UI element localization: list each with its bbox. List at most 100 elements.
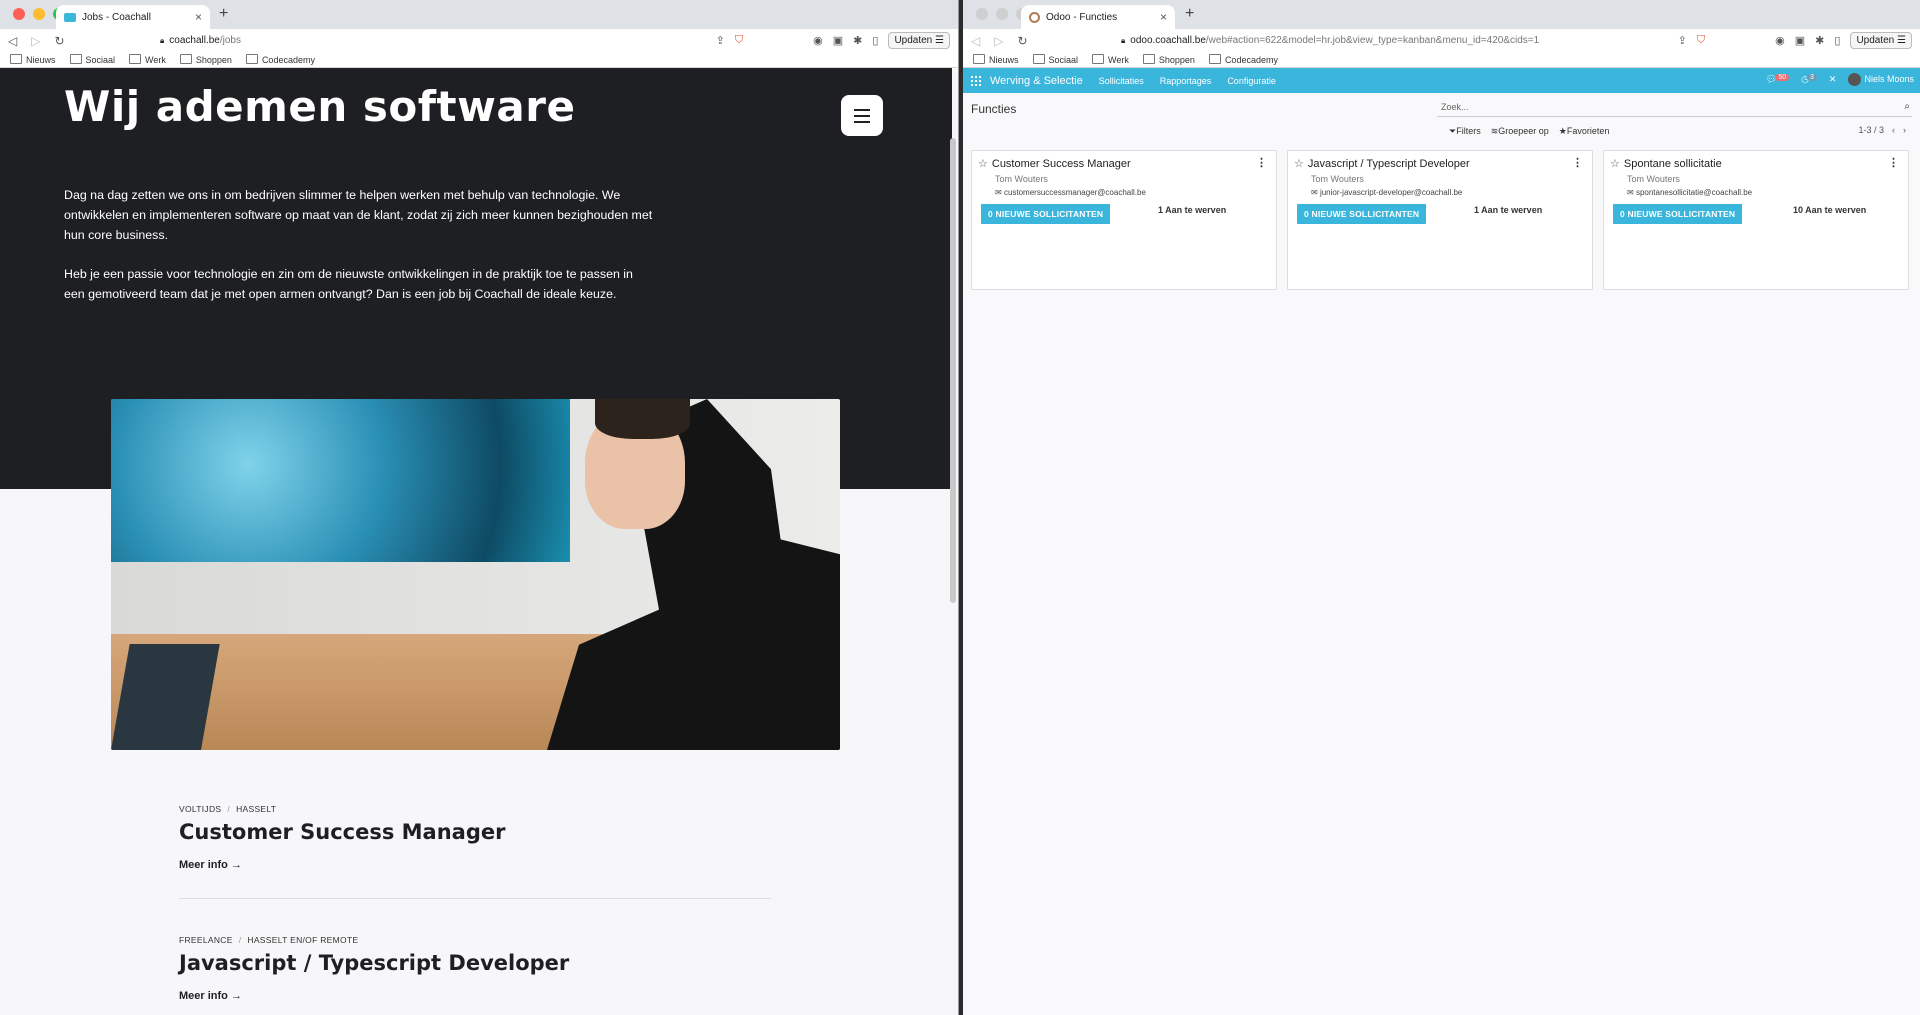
sidebar-icon[interactable]: ▯ bbox=[1834, 34, 1840, 47]
activities-button[interactable]: ◷3 bbox=[1801, 74, 1817, 85]
user-menu[interactable]: Niels Moons bbox=[1848, 73, 1914, 86]
minimize-window-button[interactable] bbox=[996, 8, 1008, 20]
forward-icon[interactable]: ▷ bbox=[31, 34, 40, 48]
breadcrumb: Functies bbox=[971, 102, 1017, 116]
card-title: Javascript / Typescript Developer bbox=[1307, 157, 1470, 170]
debug-tools-icon[interactable]: ✕ bbox=[1829, 74, 1837, 85]
close-tab-icon[interactable]: × bbox=[195, 10, 202, 24]
reload-icon[interactable]: ↻ bbox=[1017, 34, 1027, 48]
back-icon[interactable]: ◁ bbox=[971, 34, 980, 48]
coachall-jobs-page: Wij ademen software Dag na dag zetten we… bbox=[0, 68, 958, 1015]
avatar bbox=[1848, 73, 1862, 86]
puzzle-icon[interactable]: ✱ bbox=[853, 34, 862, 47]
app-name[interactable]: Werving & Selectie bbox=[990, 75, 1083, 87]
favorites-button[interactable]: ★Favorieten bbox=[1559, 126, 1610, 137]
search-input[interactable]: Zoek... ⌕ bbox=[1437, 99, 1912, 117]
bookmark-sociaal[interactable]: Sociaal bbox=[1033, 54, 1079, 65]
brave-shield-icon[interactable]: ⛉ bbox=[735, 34, 743, 47]
hero-intro: Dag na dag zetten we ons in om bedrijven… bbox=[64, 185, 654, 304]
extension-icon[interactable]: ◉ bbox=[1775, 34, 1785, 47]
menu-configuratie[interactable]: Configuratie bbox=[1227, 76, 1276, 86]
sidebar-icon[interactable]: ▯ bbox=[872, 34, 878, 47]
job-title: Javascript / Typescript Developer bbox=[179, 951, 570, 975]
bookmark-werk[interactable]: Werk bbox=[129, 54, 166, 65]
url-field[interactable]: 🔒︎ coachall.be/jobs bbox=[160, 35, 241, 46]
bookmark-codecademy[interactable]: Codecademy bbox=[1209, 54, 1278, 65]
job-list: VOLTIJDS / HASSELT Customer Success Manage… bbox=[179, 804, 771, 1015]
apps-menu-icon[interactable] bbox=[971, 75, 981, 86]
scrollbar[interactable] bbox=[950, 138, 956, 603]
messages-button[interactable]: 💬︎50 bbox=[1766, 74, 1790, 85]
job-item: VOLTIJDS / HASSELT Customer Success Manage… bbox=[179, 804, 771, 899]
card-title: Spontane sollicitatie bbox=[1623, 157, 1722, 170]
job-meta: FREELANCE / HASSELT EN/OF REMOTE bbox=[179, 935, 359, 945]
address-bar-row: ◁ ▷ ↻ 🔒︎ odoo.coachall.be/web#action=622… bbox=[963, 29, 1920, 52]
bookmark-nieuws[interactable]: Nieuws bbox=[973, 54, 1019, 65]
url-field[interactable]: 🔒︎ odoo.coachall.be/web#action=622&model… bbox=[1121, 35, 1539, 46]
close-tab-icon[interactable]: × bbox=[1160, 10, 1167, 24]
tab-jobs-coachall[interactable]: Jobs - Coachall × bbox=[56, 5, 210, 29]
bookmark-codecademy[interactable]: Codecademy bbox=[246, 54, 315, 65]
new-applicants-button[interactable]: 0 NIEUWE SOLLICITANTEN bbox=[981, 204, 1111, 224]
bookmark-werk[interactable]: Werk bbox=[1092, 54, 1129, 65]
update-button[interactable]: Updaten ☰ bbox=[888, 32, 950, 49]
favorite-star-icon[interactable]: ☆ bbox=[1610, 157, 1620, 170]
star-icon: ★ bbox=[1558, 126, 1567, 136]
tab-title: Odoo - Functies bbox=[1046, 11, 1118, 23]
bookmark-shoppen[interactable]: Shoppen bbox=[1143, 54, 1195, 65]
job-item: FREELANCE / HASSELT EN/OF REMOTE Javascrip… bbox=[179, 935, 771, 1015]
control-panel: Functies Zoek... ⌕ ⏷Filters ≋Groepeer op… bbox=[963, 93, 1920, 141]
favorite-star-icon[interactable]: ☆ bbox=[1294, 157, 1304, 170]
card-owner: Tom Wouters bbox=[995, 174, 1048, 184]
filters-button[interactable]: ⏷Filters bbox=[1449, 126, 1481, 137]
bookmarks-bar: Nieuws Sociaal Werk Shoppen Codecademy bbox=[0, 52, 958, 68]
to-recruit-link[interactable]: 10 Aan te werven bbox=[1793, 205, 1866, 215]
reload-icon[interactable]: ↻ bbox=[54, 34, 64, 48]
job-title: Customer Success Manager bbox=[179, 820, 506, 844]
to-recruit-link[interactable]: 1 Aan te werven bbox=[1474, 205, 1542, 215]
kanban-card[interactable]: ☆ Javascript / Typescript Developer ⋮ Tom… bbox=[1287, 150, 1593, 290]
url-host: coachall.be bbox=[169, 35, 220, 46]
extension2-icon[interactable]: ▣ bbox=[1795, 34, 1805, 47]
update-button[interactable]: Updaten ☰ bbox=[1850, 32, 1912, 49]
menu-sollicitaties[interactable]: Sollicitaties bbox=[1099, 76, 1144, 86]
chevron-right-icon[interactable]: › bbox=[1903, 125, 1906, 135]
more-info-link[interactable]: Meer info → bbox=[179, 859, 242, 871]
new-applicants-button[interactable]: 0 NIEUWE SOLLICITANTEN bbox=[1613, 204, 1743, 224]
bookmark-sociaal[interactable]: Sociaal bbox=[70, 54, 116, 65]
bookmark-shoppen[interactable]: Shoppen bbox=[180, 54, 232, 65]
extension2-icon[interactable]: ▣ bbox=[833, 34, 843, 47]
intro-paragraph: Dag na dag zetten we ons in om bedrijven… bbox=[64, 188, 653, 242]
share-icon[interactable]: ⇪ bbox=[716, 34, 725, 47]
card-dropdown-icon[interactable]: ⋮ bbox=[1888, 156, 1899, 169]
chevron-left-icon[interactable]: ‹ bbox=[1892, 125, 1895, 135]
kanban-card[interactable]: ☆ Customer Success Manager ⋮ Tom Wouters … bbox=[971, 150, 1277, 290]
more-info-link[interactable]: Meer info → bbox=[179, 990, 242, 1002]
minimize-window-button[interactable] bbox=[33, 8, 45, 20]
brave-shield-icon[interactable]: ⛉ bbox=[1697, 34, 1705, 47]
search-icon[interactable]: ⌕ bbox=[1904, 101, 1910, 112]
back-icon[interactable]: ◁ bbox=[8, 34, 17, 48]
coachall-favicon-icon bbox=[64, 12, 76, 22]
share-icon[interactable]: ⇪ bbox=[1678, 34, 1687, 47]
groupby-button[interactable]: ≋Groepeer op bbox=[1491, 126, 1549, 137]
new-tab-button[interactable]: + bbox=[1185, 5, 1194, 23]
pager-value[interactable]: 1-3 / 3 bbox=[1858, 125, 1884, 135]
forward-icon[interactable]: ▷ bbox=[994, 34, 1003, 48]
close-window-button[interactable] bbox=[976, 8, 988, 20]
puzzle-icon[interactable]: ✱ bbox=[1815, 34, 1824, 47]
hamburger-menu-button[interactable] bbox=[841, 95, 883, 136]
card-dropdown-icon[interactable]: ⋮ bbox=[1256, 156, 1267, 169]
menu-rapportages[interactable]: Rapportages bbox=[1160, 76, 1212, 86]
bookmark-nieuws[interactable]: Nieuws bbox=[10, 54, 56, 65]
tab-odoo-functies[interactable]: Odoo - Functies × bbox=[1021, 5, 1175, 29]
to-recruit-link[interactable]: 1 Aan te werven bbox=[1158, 205, 1226, 215]
card-dropdown-icon[interactable]: ⋮ bbox=[1572, 156, 1583, 169]
close-window-button[interactable] bbox=[13, 8, 25, 20]
card-title: Customer Success Manager bbox=[991, 157, 1131, 170]
new-tab-button[interactable]: + bbox=[219, 5, 228, 23]
extension-icon[interactable]: ◉ bbox=[813, 34, 823, 47]
favorite-star-icon[interactable]: ☆ bbox=[978, 157, 988, 170]
kanban-card[interactable]: ☆Spontane sollicitatie ⋮ Tom Wouters spo… bbox=[1603, 150, 1909, 290]
new-applicants-button[interactable]: 0 NIEUWE SOLLICITANTEN bbox=[1297, 204, 1427, 224]
